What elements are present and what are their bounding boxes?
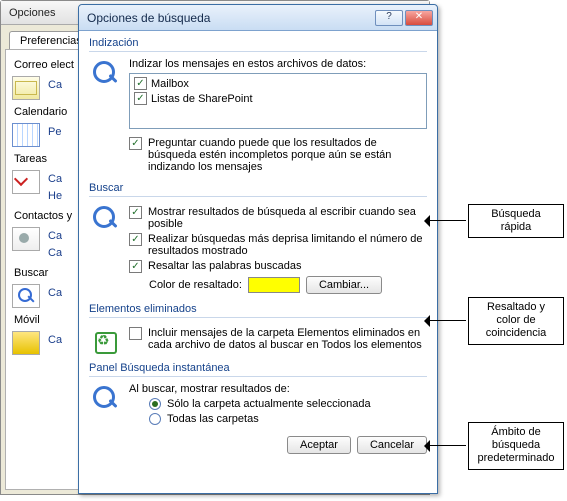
- highlight-color-label: Color de resaltado:: [149, 279, 242, 291]
- checkbox-highlight-words[interactable]: [129, 260, 142, 273]
- deleted-group: Elementos eliminados Incluir mensajes de…: [89, 303, 427, 356]
- list-item[interactable]: Mailbox: [132, 76, 424, 91]
- list-item-label: Mailbox: [151, 78, 189, 90]
- dialog-titlebar[interactable]: Opciones de búsqueda ? ✕: [79, 5, 437, 31]
- instant-panel-group: Panel Búsqueda instantánea Al buscar, mo…: [89, 362, 427, 428]
- checkbox-icon[interactable]: [134, 77, 147, 90]
- highlight-words-label: Resaltar las palabras buscadas: [148, 260, 427, 272]
- phone-icon: [12, 331, 40, 355]
- checkbox-prompt-incomplete[interactable]: [129, 137, 142, 150]
- indexing-title: Indización: [89, 37, 427, 52]
- mail-icon: [12, 76, 40, 100]
- sidebar-mobile-link[interactable]: Ca: [46, 331, 62, 348]
- calendar-icon: [12, 123, 40, 147]
- sidebar-mail-link[interactable]: Ca: [46, 76, 62, 93]
- search-title: Buscar: [89, 182, 427, 197]
- cancel-button[interactable]: Cancelar: [357, 436, 427, 454]
- instant-panel-title: Panel Búsqueda instantánea: [89, 362, 427, 377]
- callout-label: Ámbito de búsqueda predeterminado: [468, 422, 564, 470]
- checkbox-include-deleted[interactable]: [129, 327, 142, 340]
- dialog-body: Indización Indizar los mensajes en estos…: [79, 31, 437, 462]
- radio-all-folders[interactable]: [149, 413, 161, 425]
- prompt-incomplete-label: Preguntar cuando puede que los resultado…: [148, 137, 427, 173]
- arrow-left-icon: [418, 214, 466, 228]
- callout-label: Búsqueda rápida: [468, 204, 564, 238]
- indexing-label: Indizar los mensajes en estos archivos d…: [129, 58, 427, 70]
- checkbox-icon[interactable]: [134, 92, 147, 105]
- deleted-title: Elementos eliminados: [89, 303, 427, 318]
- checkbox-fast-search[interactable]: [129, 233, 142, 246]
- arrow-left-icon: [418, 439, 466, 453]
- sidebar-contacts-link2[interactable]: Ca: [46, 244, 62, 261]
- sidebar-cal-link[interactable]: Pe: [46, 123, 61, 140]
- sidebar-contacts-link1[interactable]: Ca: [46, 227, 62, 244]
- indexing-group: Indización Indizar los mensajes en estos…: [89, 37, 427, 176]
- tasks-icon: [12, 170, 40, 194]
- callout-label: Resaltado y color de coincidencia: [468, 297, 564, 345]
- list-item[interactable]: Listas de SharePoint: [132, 91, 424, 106]
- fast-search-label: Realizar búsquedas más deprisa limitando…: [148, 233, 427, 257]
- magnifier-icon: [89, 383, 121, 415]
- search-group: Buscar Mostrar resultados de búsqueda al…: [89, 182, 427, 297]
- show-results-typing-label: Mostrar resultados de búsqueda al escrib…: [148, 206, 427, 230]
- list-item-label: Listas de SharePoint: [151, 93, 253, 105]
- sidebar-search-link[interactable]: Ca: [46, 284, 62, 301]
- highlight-color-swatch: [248, 277, 300, 293]
- search-icon: [12, 284, 40, 308]
- panel-label: Al buscar, mostrar resultados de:: [129, 383, 427, 395]
- callout-default-scope: Ámbito de búsqueda predeterminado: [418, 422, 564, 470]
- radio-current-folder[interactable]: [149, 398, 161, 410]
- sidebar-tasks-link2[interactable]: He: [46, 187, 62, 204]
- change-color-button[interactable]: Cambiar...: [306, 276, 382, 294]
- ok-button[interactable]: Aceptar: [287, 436, 351, 454]
- recycle-icon: [89, 324, 121, 356]
- contacts-icon: [12, 227, 40, 251]
- radio-all-folders-label: Todas las carpetas: [167, 413, 259, 425]
- magnifier-icon: [89, 203, 121, 235]
- arrow-left-icon: [418, 314, 466, 328]
- radio-current-folder-label: Sólo la carpeta actualmente seleccionada: [167, 398, 371, 410]
- sidebar-tasks-link1[interactable]: Ca: [46, 170, 62, 187]
- close-button[interactable]: ✕: [405, 10, 433, 26]
- callout-highlight-color: Resaltado y color de coincidencia: [418, 297, 564, 345]
- help-button[interactable]: ?: [375, 10, 403, 26]
- magnifier-icon: [89, 58, 121, 90]
- options-title: Opciones: [9, 7, 55, 19]
- dialog-buttons: Aceptar Cancelar: [89, 436, 427, 454]
- datafiles-listbox[interactable]: Mailbox Listas de SharePoint: [129, 73, 427, 129]
- search-options-dialog: Opciones de búsqueda ? ✕ Indización Indi…: [78, 4, 438, 494]
- dialog-title: Opciones de búsqueda: [87, 11, 373, 25]
- checkbox-show-results-typing[interactable]: [129, 206, 142, 219]
- callout-quick-search: Búsqueda rápida: [418, 204, 564, 238]
- include-deleted-label: Incluir mensajes de la carpeta Elementos…: [148, 327, 427, 351]
